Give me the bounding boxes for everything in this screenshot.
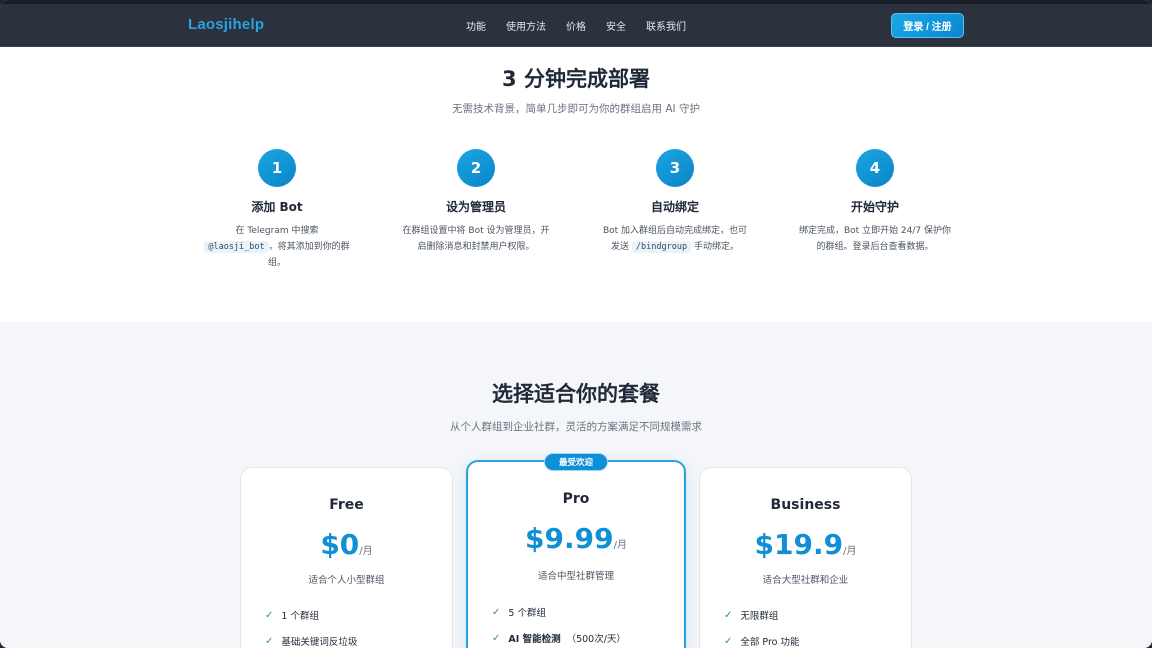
plan-card-free[interactable]: Free $0/月 适合个人小型群组 ✓ 1 个群组 ✓ 基础关键词反垃圾: [240, 467, 453, 648]
check-icon: ✓: [492, 606, 501, 618]
step-desc-3: Bot 加入群组后自动完成绑定，也可发送 /bindgroup 手动绑定。: [595, 223, 755, 255]
bot-handle-code: @laosji_bot: [204, 241, 269, 253]
step-card-1: 1 添加 Bot 在 Telegram 中搜索 @laosji_bot ，将其添加到…: [197, 149, 357, 271]
plan-feature: ✓ 无限群组: [724, 608, 779, 623]
plan-feature: ✓ 1 个群组: [265, 608, 319, 623]
feature-text-bold: AI 智能检测: [508, 634, 561, 645]
step-number-3: 3: [656, 149, 694, 187]
step-desc-4: 绑定完成，Bot 立即开始 24/7 保护你的群组。登录后台查看数据。: [799, 226, 952, 252]
plan-price-period: /月: [359, 546, 373, 557]
site-logo[interactable]: Laosjihelp: [188, 16, 264, 33]
deploy-steps-section: 3 分钟完成部署 无需技术背景，简单几步即可为你的群组启用 AI 守护 1 添加…: [0, 47, 1152, 322]
plan-price: $0/月: [241, 528, 452, 561]
plan-price-value: $9.99: [525, 522, 614, 555]
plan-feature: ✓ 5 个群组: [492, 605, 546, 620]
plan-price-value: $0: [320, 528, 360, 561]
check-icon: ✓: [265, 609, 274, 621]
plan-price-period: /月: [843, 546, 857, 557]
nav-link-pricing[interactable]: 价格: [566, 18, 586, 33]
browser-viewport: Laosjihelp 功能 使用方法 价格 安全 联系我们 登录 / 注册 3 …: [0, 0, 1152, 648]
plan-price-period: /月: [613, 540, 627, 551]
plan-feature: ✓ AI 智能检测 （500次/天）: [492, 631, 626, 646]
bindgroup-code: /bindgroup: [631, 241, 692, 253]
step-card-3: 3 自动绑定 Bot 加入群组后自动完成绑定，也可发送 /bindgroup 手…: [595, 149, 755, 255]
plan-name: Business: [770, 497, 841, 513]
check-icon: ✓: [724, 609, 733, 621]
top-navbar: Laosjihelp 功能 使用方法 价格 安全 联系我们 登录 / 注册: [0, 4, 1152, 47]
plan-name: Pro: [562, 491, 590, 507]
feature-text: 5 个群组: [508, 608, 546, 619]
check-icon: ✓: [265, 635, 274, 647]
nav-link-security[interactable]: 安全: [606, 18, 626, 33]
step-number-4: 4: [856, 149, 894, 187]
pricing-title: 选择适合你的套餐: [492, 382, 660, 406]
plan-name: Free: [329, 497, 364, 513]
feature-text: 全部 Pro 功能: [740, 637, 800, 648]
login-register-button[interactable]: 登录 / 注册: [891, 13, 964, 38]
steps-title: 3 分钟完成部署: [502, 67, 650, 91]
plan-card-pro[interactable]: 最受欢迎 Pro $9.99/月 适合中型社群管理 ✓ 5 个群组 ✓ AI 智能检…: [466, 453, 686, 648]
step-desc-2: 在群组设置中将 Bot 设为管理员，开启删除消息和封禁用户权限。: [402, 226, 550, 252]
step-title-3: 自动绑定: [650, 200, 699, 214]
step-desc-1: 在 Telegram 中搜索 @laosji_bot ，将其添加到你的群组。: [197, 223, 357, 271]
plan-feature: ✓ 全部 Pro 功能: [724, 634, 800, 648]
plan-price-value: $19.9: [754, 528, 844, 561]
feature-text: 1 个群组: [281, 611, 319, 622]
feature-text: 无限群组: [740, 611, 779, 622]
nav-menu: 功能 使用方法 价格 安全 联系我们: [466, 18, 706, 33]
step-desc-1-text: 在 Telegram 中搜索: [235, 226, 319, 236]
feature-text: （500次/天）: [566, 634, 626, 645]
nav-link-usage[interactable]: 使用方法: [506, 18, 546, 33]
step-desc-3-text-after: 手动绑定。: [693, 242, 739, 252]
step-title-2: 设为管理员: [445, 200, 506, 214]
pricing-subtitle: 从个人群组到企业社群，灵活的方案满足不同规模需求: [450, 421, 702, 433]
plan-description: 适合大型社群和企业: [762, 575, 849, 586]
plan-price: $9.99/月: [468, 522, 684, 555]
steps-subtitle: 无需技术背景，简单几步即可为你的群组启用 AI 守护: [452, 103, 700, 115]
step-desc-1-text-after: ，将其添加到你的群组。: [267, 242, 350, 268]
plan-feature: ✓ 基础关键词反垃圾: [265, 634, 357, 648]
step-title-1: 添加 Bot: [251, 200, 303, 214]
step-number-1: 1: [258, 149, 296, 187]
plan-card-business[interactable]: Business $19.9/月 适合大型社群和企业 ✓ 无限群组 ✓ 全部 Pro…: [699, 467, 912, 648]
plan-price: $19.9/月: [700, 528, 911, 561]
most-popular-badge: 最受欢迎: [544, 453, 608, 471]
pricing-section: 选择适合你的套餐 从个人群组到企业社群，灵活的方案满足不同规模需求 Free $…: [0, 322, 1152, 648]
plan-description: 适合个人小型群组: [308, 575, 385, 586]
step-card-4: 4 开始守护 绑定完成，Bot 立即开始 24/7 保护你的群组。登录后台查看数…: [795, 149, 955, 255]
step-number-2: 2: [457, 149, 495, 187]
step-title-4: 开始守护: [850, 200, 899, 214]
check-icon: ✓: [724, 635, 733, 647]
plan-description: 适合中型社群管理: [537, 571, 614, 582]
nav-link-features[interactable]: 功能: [466, 18, 486, 33]
step-card-2: 2 设为管理员 在群组设置中将 Bot 设为管理员，开启删除消息和封禁用户权限。: [396, 149, 556, 255]
feature-text: 基础关键词反垃圾: [281, 637, 358, 648]
nav-link-contact[interactable]: 联系我们: [646, 18, 686, 33]
check-icon: ✓: [492, 632, 501, 644]
